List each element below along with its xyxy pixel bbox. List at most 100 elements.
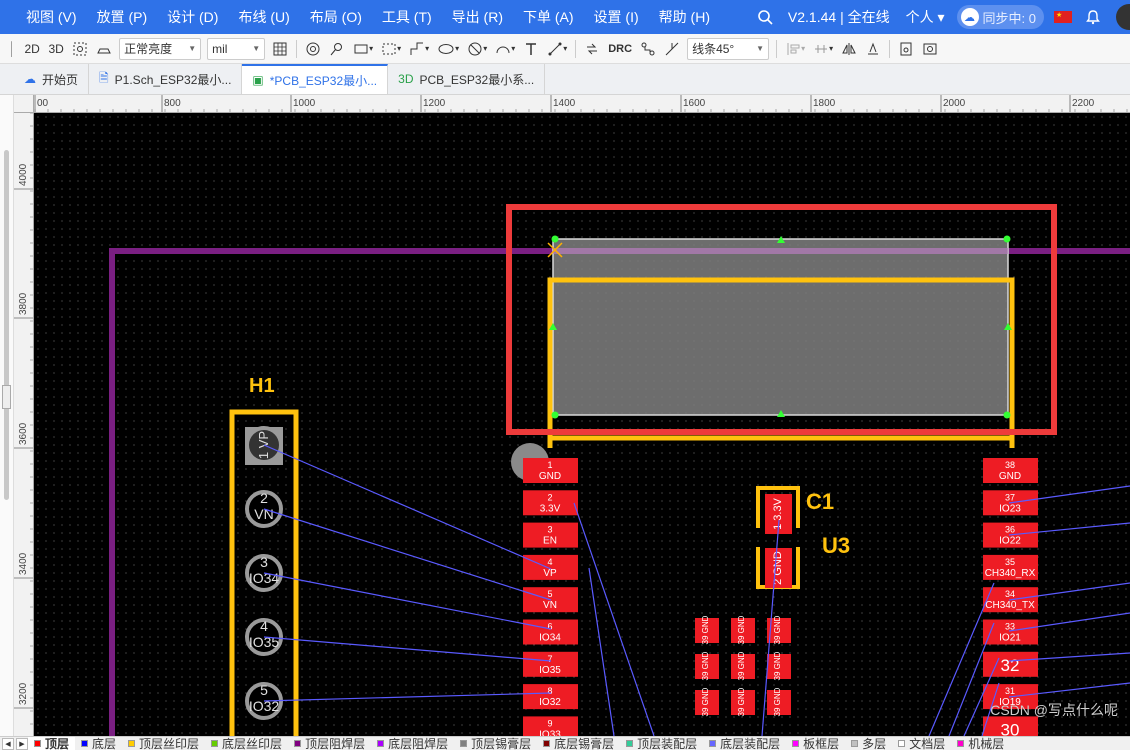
- view-2d-button[interactable]: 2D: [20, 36, 44, 62]
- route-mode-select[interactable]: 线条45° ▼: [687, 37, 770, 60]
- u3-gnd-pad[interactable]: 39 GND: [695, 615, 719, 644]
- u3-pad[interactable]: 1GND: [523, 458, 578, 483]
- layer-tab-7[interactable]: 底层锡膏层: [537, 737, 620, 750]
- grid-icon[interactable]: [268, 36, 292, 62]
- flip-vertical-icon[interactable]: [861, 36, 885, 62]
- u3-pad[interactable]: 32: [983, 651, 1038, 677]
- layer-tab-0[interactable]: 顶层: [28, 737, 76, 750]
- u3-gnd-pad[interactable]: 39 GND: [695, 651, 719, 680]
- handle-top-right[interactable]: [1003, 235, 1011, 243]
- drc-button[interactable]: DRC: [604, 36, 636, 62]
- import-changes-icon[interactable]: [580, 36, 604, 62]
- h1-pin[interactable]: 5IO32: [245, 682, 283, 720]
- avatar[interactable]: [1116, 4, 1130, 30]
- menu-item-9[interactable]: 帮助 (H): [649, 0, 720, 34]
- zoom-fit-icon[interactable]: [68, 36, 92, 62]
- left-panel-scrollbar[interactable]: [0, 95, 14, 750]
- region-icon[interactable]: ▾: [377, 36, 405, 62]
- layer-tab-5[interactable]: 底层阻焊层: [371, 737, 454, 750]
- line-45-icon[interactable]: [660, 36, 684, 62]
- menu-item-3[interactable]: 布线 (U): [228, 0, 299, 34]
- align-icon[interactable]: ▾: [781, 36, 809, 62]
- route-icon[interactable]: [636, 36, 660, 62]
- menu-item-5[interactable]: 工具 (T): [372, 0, 442, 34]
- u3-gnd-pad[interactable]: 39 GND: [767, 687, 791, 716]
- u3-pad[interactable]: 23.3V: [523, 490, 578, 516]
- u3-pad[interactable]: 35CH340_RX: [983, 554, 1038, 580]
- brightness-select[interactable]: 正常亮度 ▼: [119, 37, 202, 60]
- rect-icon[interactable]: ▾: [349, 36, 377, 62]
- h1-pin[interactable]: 1 VP: [245, 426, 283, 465]
- panel-collapse-handle[interactable]: [2, 385, 11, 409]
- chevron-right-icon[interactable]: ▶: [16, 737, 28, 750]
- u3-gnd-pad[interactable]: 39 GND: [731, 687, 755, 716]
- view-3d-button[interactable]: 3D: [44, 36, 68, 62]
- u3-pad[interactable]: 38GND: [983, 458, 1038, 483]
- menu-item-4[interactable]: 布局 (O): [300, 0, 372, 34]
- menu-item-7[interactable]: 下单 (A): [513, 0, 584, 34]
- ellipse-icon[interactable]: ▾: [433, 36, 463, 62]
- u3-pad[interactable]: 4VP: [523, 554, 578, 580]
- handle-bottom-right[interactable]: [1003, 411, 1011, 419]
- tab-1[interactable]: 🗎 P1.Sch_ESP32最小...: [89, 64, 243, 94]
- u3-pad[interactable]: 9IO33: [523, 716, 578, 736]
- h1-pin[interactable]: 4IO35: [245, 618, 283, 656]
- sync-button[interactable]: ☁ 同步中: 0: [956, 5, 1044, 29]
- menu-item-6[interactable]: 导出 (R): [442, 0, 513, 34]
- u3-pad[interactable]: 8IO32: [523, 684, 578, 710]
- u3-pad[interactable]: 6IO34: [523, 619, 578, 645]
- layer-tab-13[interactable]: 机械层: [951, 737, 1010, 750]
- document-icon[interactable]: [894, 36, 918, 62]
- layer-tab-1[interactable]: 底层: [75, 737, 122, 750]
- handle-top-left[interactable]: [551, 235, 559, 243]
- layer-tab-12[interactable]: 文档层: [892, 737, 951, 750]
- arc-icon[interactable]: ▾: [491, 36, 519, 62]
- pcb-canvas[interactable]: H1 1 VP 2 VN 3 IO34 4 IO35 5 IO32 1 GND 2 3.3V 3 EN 4 V…: [34, 113, 1130, 736]
- chevron-left-icon[interactable]: ◀: [2, 737, 14, 750]
- u3-gnd-pad[interactable]: 39 GND: [731, 651, 755, 680]
- user-menu[interactable]: 个人 ▾: [898, 7, 953, 27]
- layer-tab-8[interactable]: 顶层装配层: [620, 737, 703, 750]
- distribute-icon[interactable]: ▾: [809, 36, 837, 62]
- menu-item-2[interactable]: 设计 (D): [157, 0, 228, 34]
- via-icon[interactable]: [301, 36, 325, 62]
- polyline-icon[interactable]: ▾: [405, 36, 433, 62]
- unit-select[interactable]: mil ▼: [207, 37, 266, 60]
- layer-tab-4[interactable]: 顶层阻焊层: [288, 737, 371, 750]
- layer-tab-10[interactable]: 板框层: [786, 737, 845, 750]
- search-icon[interactable]: [750, 0, 780, 34]
- u3-designator[interactable]: U3: [822, 533, 850, 558]
- menu-item-0[interactable]: 视图 (V): [16, 0, 87, 34]
- handle-bottom-left[interactable]: [551, 411, 559, 419]
- layer-tab-6[interactable]: 顶层锡膏层: [454, 737, 537, 750]
- layer-tab-3[interactable]: 底层丝印层: [205, 737, 288, 750]
- u3-pad[interactable]: 3EN: [523, 522, 578, 548]
- c1-designator[interactable]: C1: [806, 489, 834, 514]
- h1-designator[interactable]: H1: [249, 375, 275, 397]
- c1-pad[interactable]: 2 GND: [765, 548, 792, 588]
- layer-tab-9[interactable]: 底层装配层: [703, 737, 786, 750]
- u3-gnd-pad[interactable]: 39 GND: [731, 615, 755, 644]
- no-connect-icon[interactable]: ▾: [463, 36, 491, 62]
- dimension-icon[interactable]: ▾: [543, 36, 571, 62]
- h1-pin[interactable]: 3IO34: [245, 554, 283, 592]
- bell-icon[interactable]: [1078, 0, 1108, 34]
- tab-0[interactable]: ☁ 开始页: [14, 64, 90, 94]
- image-icon[interactable]: [918, 36, 942, 62]
- h1-pin[interactable]: 2VN: [245, 490, 283, 528]
- u3-pad[interactable]: 7IO35: [523, 651, 578, 677]
- scrollbar-thumb[interactable]: [4, 150, 9, 500]
- tab-3[interactable]: 3D PCB_ESP32最小系...: [388, 64, 546, 94]
- layer-view-icon[interactable]: [92, 36, 116, 62]
- layer-tab-11[interactable]: 多层: [845, 737, 892, 750]
- u3-gnd-pad[interactable]: 39 GND: [695, 687, 719, 716]
- layer-tab-2[interactable]: 顶层丝印层: [122, 737, 205, 750]
- menu-item-1[interactable]: 放置 (P): [87, 0, 158, 34]
- pin-icon[interactable]: [325, 36, 349, 62]
- flip-horizontal-icon[interactable]: [837, 36, 861, 62]
- u3-gnd-pad[interactable]: 39 GND: [767, 651, 791, 680]
- u3-pad[interactable]: 33IO21: [983, 619, 1038, 645]
- pcb-drawing[interactable]: H1 1 VP 2VN 3IO34 4IO35 5IO32 1GND 23.3V 3EN 4V…: [34, 113, 1130, 736]
- tab-2[interactable]: ▣ *PCB_ESP32最小...: [242, 64, 389, 94]
- menu-item-8[interactable]: 设置 (I): [584, 0, 649, 34]
